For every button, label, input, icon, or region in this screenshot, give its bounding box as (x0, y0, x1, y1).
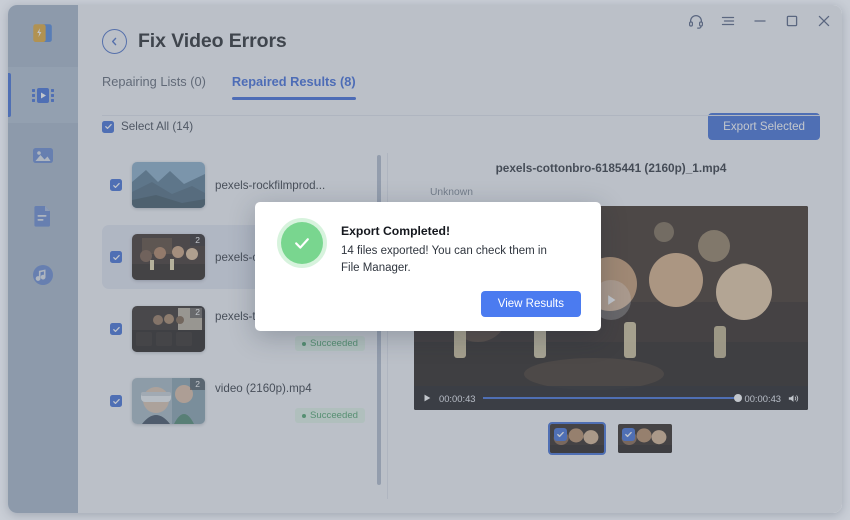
dialog-text: Export Completed! 14 files exported! You… (341, 222, 581, 276)
check-icon (292, 233, 312, 253)
app-window: Fix Video Errors Repairing Lists (0) Rep… (8, 5, 842, 513)
dialog-title: Export Completed! (341, 224, 581, 238)
view-results-button[interactable]: View Results (481, 291, 581, 317)
dialog-body: Export Completed! 14 files exported! You… (275, 222, 581, 276)
maximize-icon[interactable] (784, 13, 800, 29)
minimize-icon[interactable] (752, 13, 768, 29)
headphone-icon[interactable] (688, 13, 704, 29)
dialog-description: 14 files exported! You can check them in… (341, 243, 566, 276)
screen: Fix Video Errors Repairing Lists (0) Rep… (0, 0, 850, 520)
success-check-icon (281, 222, 323, 264)
dialog-actions: View Results (275, 291, 581, 317)
window-controls (688, 13, 832, 29)
close-icon[interactable] (816, 13, 832, 29)
export-completed-dialog: Export Completed! 14 files exported! You… (255, 202, 601, 331)
menu-icon[interactable] (720, 13, 736, 29)
